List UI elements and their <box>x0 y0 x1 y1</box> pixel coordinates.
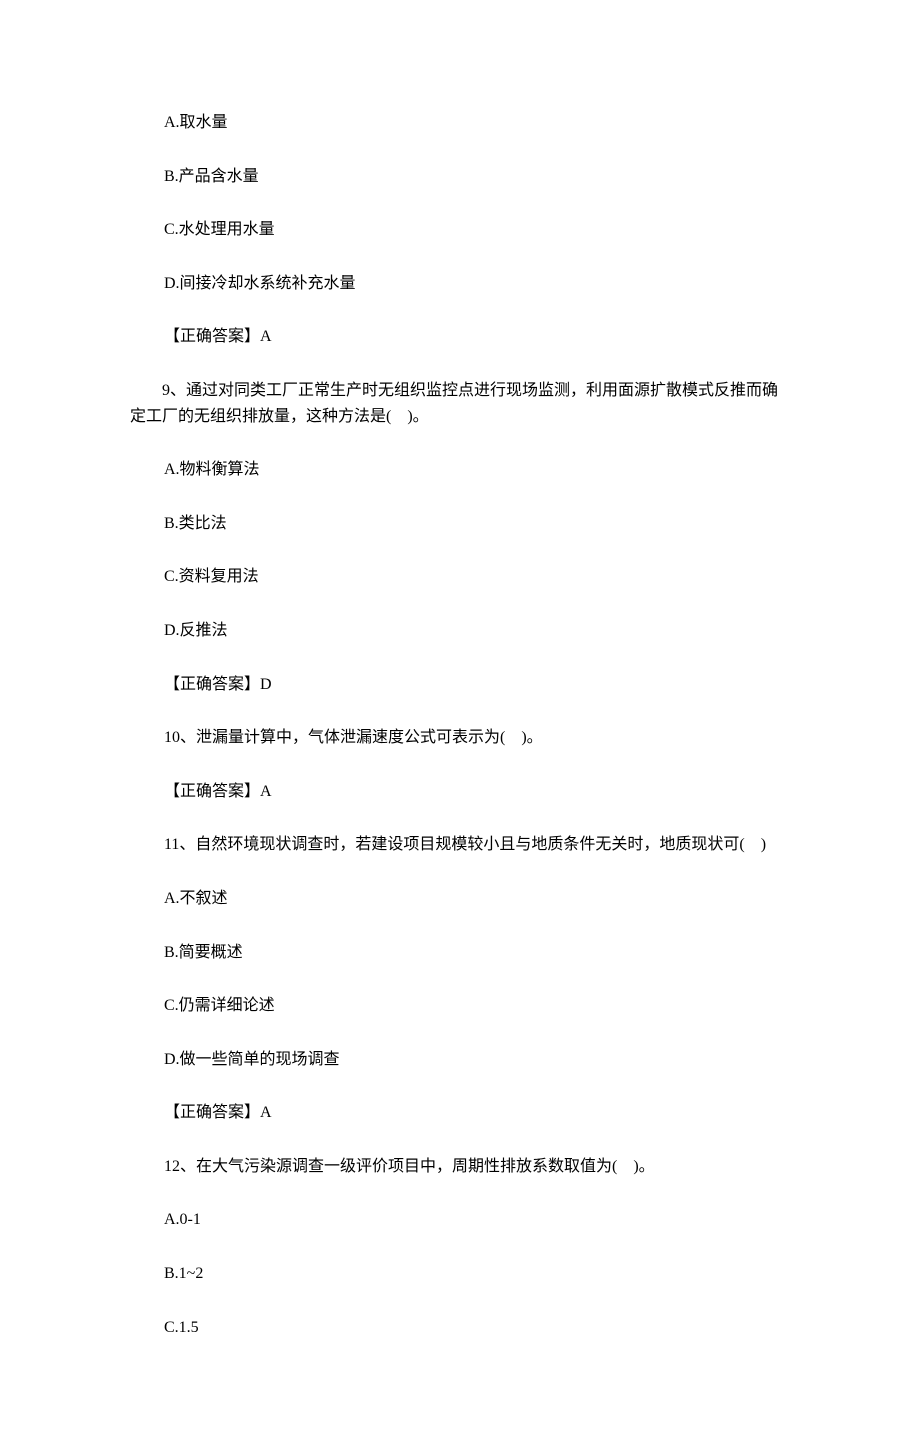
question-line: 11、自然环境现状调查时，若建设项目规模较小且与地质条件无关时，地质现状可( ) <box>130 832 790 858</box>
answer-line: 【正确答案】A <box>130 779 790 805</box>
text-line: D.反推法 <box>130 618 790 644</box>
document-page: A.取水量 B.产品含水量 C.水处理用水量 D.间接冷却水系统补充水量 【正确… <box>0 0 920 1448</box>
text-line: D.做一些简单的现场调查 <box>130 1047 790 1073</box>
answer-line: 【正确答案】A <box>130 324 790 350</box>
answer-line: 【正确答案】D <box>130 672 790 698</box>
text-line: C.仍需详细论述 <box>130 993 790 1019</box>
text-line: C.资料复用法 <box>130 564 790 590</box>
text-line: B.产品含水量 <box>130 164 790 190</box>
text-line: D.间接冷却水系统补充水量 <box>130 271 790 297</box>
text-line: C.1.5 <box>130 1315 790 1341</box>
answer-line: 【正确答案】A <box>130 1100 790 1126</box>
text-line: B.1~2 <box>130 1261 790 1287</box>
text-line: A.0-1 <box>130 1207 790 1233</box>
question-line: 10、泄漏量计算中，气体泄漏速度公式可表示为( )。 <box>130 725 790 751</box>
text-line: B.简要概述 <box>130 940 790 966</box>
text-line: C.水处理用水量 <box>130 217 790 243</box>
question-line: 9、通过对同类工厂正常生产时无组织监控点进行现场监测，利用面源扩散模式反推而确定… <box>130 378 790 429</box>
text-line: B.类比法 <box>130 511 790 537</box>
text-line: A.物料衡算法 <box>130 457 790 483</box>
question-line: 12、在大气污染源调查一级评价项目中，周期性排放系数取值为( )。 <box>130 1154 790 1180</box>
text-line: A.取水量 <box>130 110 790 136</box>
text-line: A.不叙述 <box>130 886 790 912</box>
